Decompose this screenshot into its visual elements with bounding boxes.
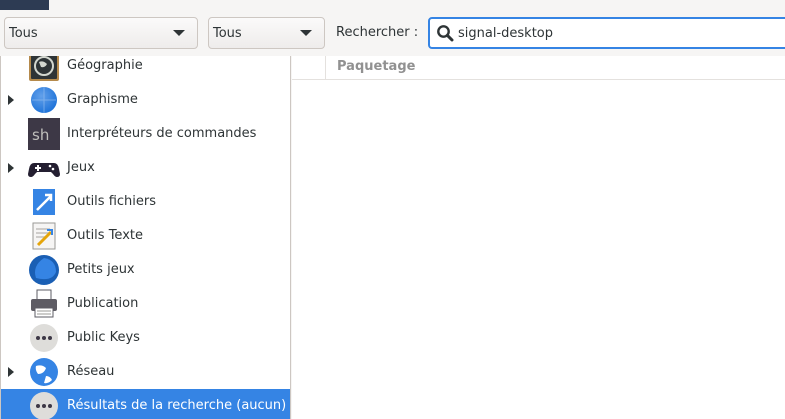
category-label: Outils Texte [67, 228, 143, 243]
category-label: Petits jeux [67, 262, 135, 277]
column-header-package[interactable]: Paquetage [326, 56, 785, 80]
sidebar-border [0, 56, 1, 419]
expand-arrow-icon[interactable] [8, 367, 14, 377]
svg-text:sh: sh [32, 126, 49, 144]
network-globe-icon [30, 358, 58, 386]
column-header-label: Paquetage [337, 59, 416, 74]
more-dots-icon [30, 392, 58, 419]
file-tools-icon [33, 189, 55, 215]
section-filter-combo[interactable]: Tous [4, 17, 198, 49]
expand-arrow-icon[interactable] [8, 163, 14, 173]
category-item[interactable]: Outils fichiers [0, 185, 290, 219]
category-label: Interpréteurs de commandes [67, 126, 257, 141]
category-label: Géographie [67, 58, 143, 73]
text-tools-icon [32, 222, 56, 250]
category-item[interactable]: Public Keys [0, 321, 290, 355]
search-input[interactable] [458, 25, 758, 41]
chevron-down-icon [173, 30, 185, 36]
search-field[interactable] [428, 17, 785, 49]
search-icon [437, 25, 454, 42]
category-label: Jeux [67, 160, 95, 175]
small-games-icon [29, 255, 59, 285]
sh-terminal-icon: sh [28, 118, 60, 150]
more-dots-icon [30, 324, 58, 352]
category-item[interactable]: Petits jeux [0, 253, 290, 287]
category-item[interactable]: Publication [0, 287, 290, 321]
category-label: Réseau [67, 364, 115, 379]
category-label: Public Keys [67, 330, 140, 345]
graphics-sphere-icon [31, 87, 57, 113]
category-item-selected[interactable]: Résultats de la recherche (aucun) [0, 389, 290, 419]
printer-icon [31, 289, 57, 318]
category-list[interactable]: Géographie Graphisme sh Interpréteurs de… [0, 56, 291, 419]
status-filter-value: Tous [213, 25, 242, 41]
category-label: Résultats de la recherche (aucun) [67, 398, 287, 413]
window-titlebar-edge [0, 0, 49, 10]
gamepad-icon [28, 163, 60, 177]
search-label: Rechercher : [336, 25, 419, 40]
category-label: Publication [67, 296, 139, 311]
category-item[interactable]: Jeux [0, 151, 290, 185]
category-item[interactable]: Géographie [0, 56, 290, 83]
chevron-down-icon [300, 30, 312, 36]
section-filter-value: Tous [9, 25, 38, 41]
category-item[interactable]: Réseau [0, 355, 290, 389]
status-filter-combo[interactable]: Tous [208, 17, 325, 49]
globe-dark-icon [29, 56, 59, 81]
package-list[interactable]: Paquetage [292, 56, 785, 419]
category-item[interactable]: Graphisme [0, 83, 290, 117]
expand-arrow-icon[interactable] [8, 95, 14, 105]
category-label: Graphisme [67, 92, 138, 107]
category-item[interactable]: Outils Texte [0, 219, 290, 253]
column-header-status[interactable] [292, 56, 326, 80]
category-item[interactable]: sh Interpréteurs de commandes [0, 117, 290, 151]
category-label: Outils fichiers [67, 194, 157, 209]
